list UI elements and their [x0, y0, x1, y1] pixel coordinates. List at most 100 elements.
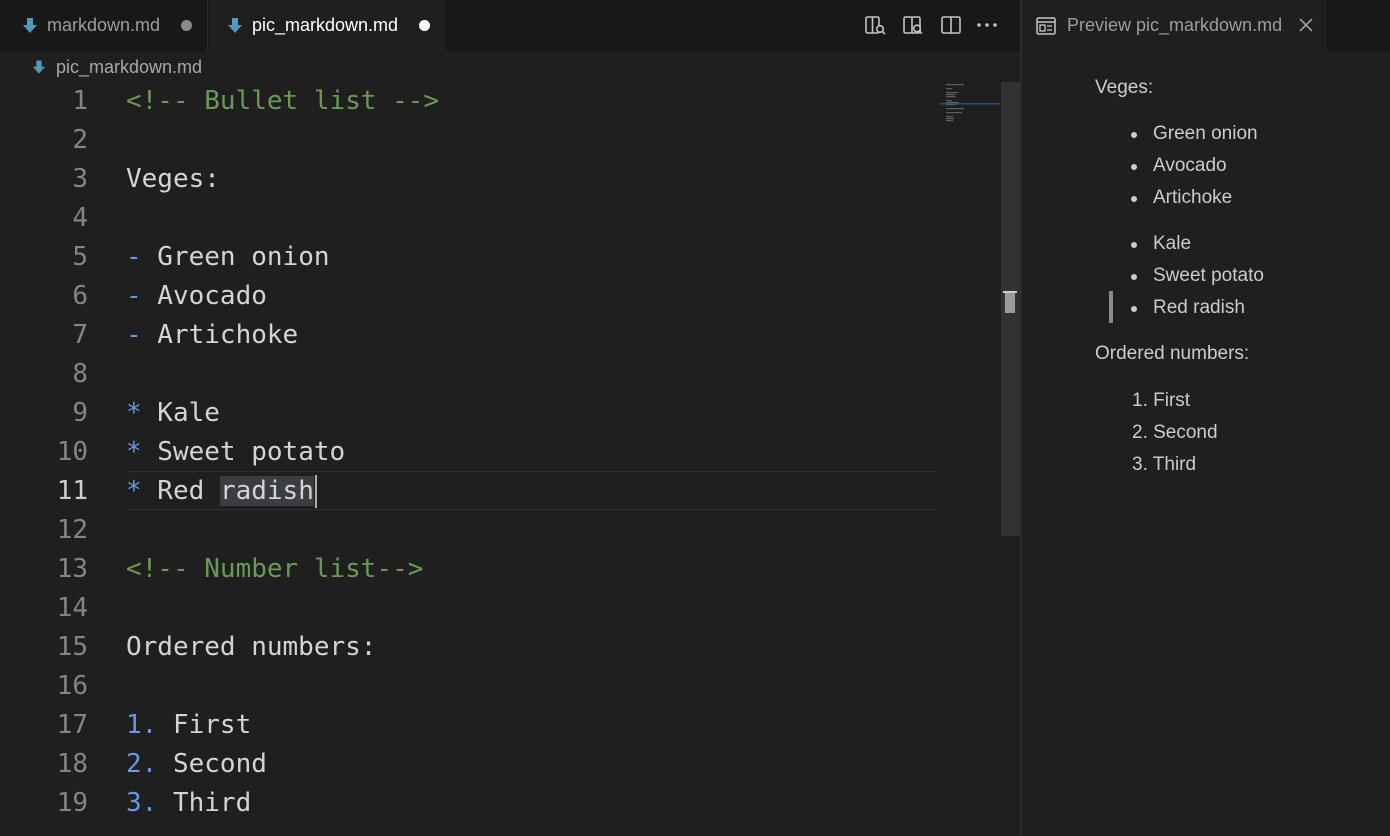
markdown-file-icon	[23, 17, 37, 33]
markdown-file-icon	[32, 60, 46, 74]
code-line[interactable]: 17 1. First	[0, 706, 940, 745]
tab-label: markdown.md	[47, 15, 161, 35]
code-line[interactable]: 7 - Artichoke	[0, 316, 940, 355]
preview-ordered-item: 3. Third	[1132, 454, 1197, 475]
list-marker: -	[126, 320, 142, 350]
line-number: 9	[72, 398, 88, 428]
html-comment: <!-- Bullet list -->	[126, 86, 440, 116]
bullet-icon	[1131, 132, 1137, 138]
code-line[interactable]: 19 3. Third	[0, 784, 940, 823]
code-line[interactable]: 16	[0, 667, 940, 706]
code-line[interactable]: 13 <!-- Number list-->	[0, 550, 940, 589]
line-text: * Red radish	[126, 472, 317, 511]
text-token: Sweet potato	[141, 437, 346, 467]
code-line[interactable]: 11 * Red radish	[0, 472, 940, 511]
preview-list-item: Kale	[1131, 233, 1191, 255]
code-line[interactable]: 5 - Green onion	[0, 238, 940, 277]
breadcrumb-file[interactable]: pic_markdown.md	[56, 57, 202, 78]
text-token: Red	[141, 476, 220, 506]
text-token: First	[157, 710, 252, 740]
code-line[interactable]: 6 - Avocado	[0, 277, 940, 316]
list-marker: *	[126, 437, 142, 467]
tab-preview[interactable]: Preview pic_markdown.md	[1022, 0, 1326, 51]
text-token: Avocado	[141, 281, 267, 311]
code-line[interactable]: 18 2. Second	[0, 745, 940, 784]
html-comment: <!-- Number list-->	[126, 554, 424, 584]
line-number: 13	[56, 554, 88, 584]
line-text: - Artichoke	[126, 316, 298, 355]
bullet-icon	[1131, 306, 1137, 312]
line-number: 15	[56, 632, 88, 662]
line-number: 17	[56, 710, 88, 740]
code-line[interactable]: 8	[0, 355, 940, 394]
text-token: Kale	[141, 398, 220, 428]
code-line[interactable]: 1 <!-- Bullet list -->	[0, 82, 940, 121]
preview-list-item: Green onion	[1131, 123, 1258, 145]
code-line[interactable]: 14	[0, 589, 940, 628]
bullet-icon	[1131, 196, 1137, 202]
word-highlight: radish	[219, 476, 314, 506]
line-text: Veges:	[126, 160, 220, 199]
code-line[interactable]: 12	[0, 511, 940, 550]
bullet-icon	[1131, 242, 1137, 248]
tab-pic-markdown-md[interactable]: pic_markdown.md	[209, 0, 445, 51]
line-number: 19	[56, 788, 88, 818]
list-marker: 1.	[126, 710, 158, 740]
line-number: 6	[72, 281, 88, 311]
text-token: Artichoke	[141, 320, 299, 350]
text-cursor	[314, 475, 317, 508]
line-number: 5	[72, 242, 88, 272]
list-marker: -	[126, 242, 142, 272]
text-token: Green onion	[141, 242, 330, 272]
unsaved-dot-icon[interactable]	[181, 20, 192, 31]
line-number: 12	[56, 515, 88, 545]
editor-group: markdown.md pic_markdown.md pic_markdown…	[0, 0, 1020, 836]
code-line[interactable]: 3 Veges:	[0, 160, 940, 199]
preview-line-sync-indicator	[1109, 291, 1113, 323]
code-line[interactable]: 15 Ordered numbers:	[0, 628, 940, 667]
scrollbar-cursor-line	[1003, 291, 1017, 293]
tab-markdown-md[interactable]: markdown.md	[2, 0, 208, 51]
more-actions-icon[interactable]	[976, 14, 998, 36]
line-text: * Sweet potato	[126, 433, 345, 472]
preview-list-item: Sweet potato	[1131, 265, 1264, 287]
line-number: 10	[56, 437, 88, 467]
text-token: Second	[157, 749, 267, 779]
close-icon[interactable]	[1298, 17, 1314, 33]
text-token: Third	[157, 788, 252, 818]
breadcrumb[interactable]: pic_markdown.md	[0, 51, 1020, 83]
line-number: 18	[56, 749, 88, 779]
line-text: <!-- Number list-->	[126, 550, 423, 589]
split-editor-icon[interactable]	[940, 14, 962, 36]
open-preview-icon[interactable]	[864, 14, 886, 36]
unsaved-dot-icon[interactable]	[419, 20, 430, 31]
line-text: - Avocado	[126, 277, 267, 316]
text-token: Veges:	[126, 164, 220, 194]
list-marker: -	[126, 281, 142, 311]
code-line[interactable]: 9 * Kale	[0, 394, 940, 433]
line-number: 8	[72, 359, 88, 389]
line-number: 14	[56, 593, 88, 623]
line-text: 3. Third	[126, 784, 251, 823]
line-number: 16	[56, 671, 88, 701]
code-line[interactable]: 2	[0, 121, 940, 160]
line-text: 2. Second	[126, 745, 267, 784]
open-preview-to-side-icon[interactable]	[902, 14, 924, 36]
line-number: 11	[56, 476, 88, 506]
preview-paragraph-veges: Veges:	[1095, 77, 1154, 98]
markdown-file-icon	[228, 17, 242, 33]
list-marker: *	[126, 476, 142, 506]
code-line[interactable]: 10 * Sweet potato	[0, 433, 940, 472]
line-text: - Green onion	[126, 238, 330, 277]
scrollbar-cursor-marker	[1005, 291, 1015, 313]
line-number: 2	[72, 125, 88, 155]
minimap[interactable]	[940, 82, 1000, 142]
preview-list-item: Avocado	[1131, 155, 1227, 177]
preview-list-item: Red radish	[1131, 297, 1245, 319]
markdown-preview[interactable]: Veges: Green onion Avocado Artichoke Kal…	[1022, 51, 1390, 836]
preview-tab-bar: Preview pic_markdown.md	[1022, 0, 1390, 51]
code-line[interactable]: 4	[0, 199, 940, 238]
preview-paragraph-ordered: Ordered numbers:	[1095, 343, 1250, 364]
preview-ordered-item: 1. First	[1132, 390, 1191, 411]
code-editor[interactable]: 1 <!-- Bullet list --> 2 3 Veges: 4 5 - Green o…	[0, 82, 940, 836]
